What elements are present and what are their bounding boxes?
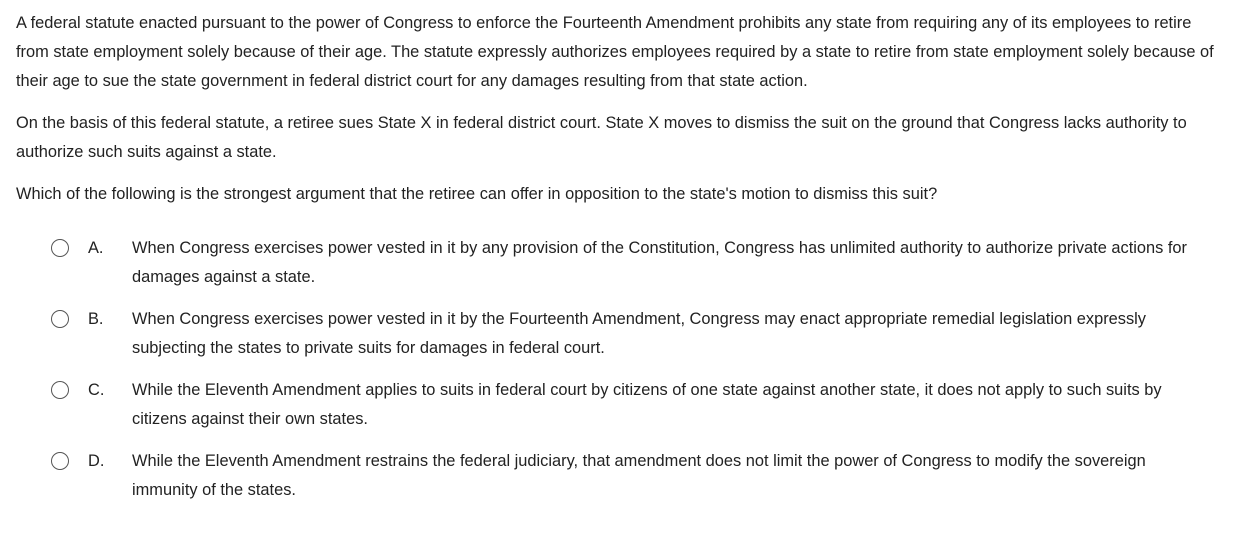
option-text: While the Eleventh Amendment restrains t… (132, 452, 1146, 499)
option-text: When Congress exercises power vested in … (132, 239, 1187, 286)
option-d[interactable]: D. While the Eleventh Amendment restrain… (16, 447, 1221, 505)
radio-button-a[interactable] (51, 239, 69, 257)
radio-button-d[interactable] (51, 452, 69, 470)
option-letter: C. (88, 381, 105, 399)
question-container: A federal statute enacted pursuant to th… (16, 9, 1221, 518)
answer-options: A. When Congress exercises power vested … (16, 234, 1221, 505)
radio-button-b[interactable] (51, 310, 69, 328)
stem-paragraph-1: A federal statute enacted pursuant to th… (16, 14, 1214, 90)
option-c[interactable]: C. While the Eleventh Amendment applies … (16, 376, 1221, 434)
question-prompt: Which of the following is the strongest … (16, 185, 938, 203)
stem-paragraph-2: On the basis of this federal statute, a … (16, 114, 1187, 161)
option-text: While the Eleventh Amendment applies to … (132, 381, 1162, 428)
option-letter: D. (88, 452, 105, 470)
option-letter: A. (88, 239, 104, 257)
radio-button-c[interactable] (51, 381, 69, 399)
option-text: When Congress exercises power vested in … (132, 310, 1146, 357)
option-b[interactable]: B. When Congress exercises power vested … (16, 305, 1221, 363)
option-a[interactable]: A. When Congress exercises power vested … (16, 234, 1221, 292)
option-letter: B. (88, 310, 104, 328)
